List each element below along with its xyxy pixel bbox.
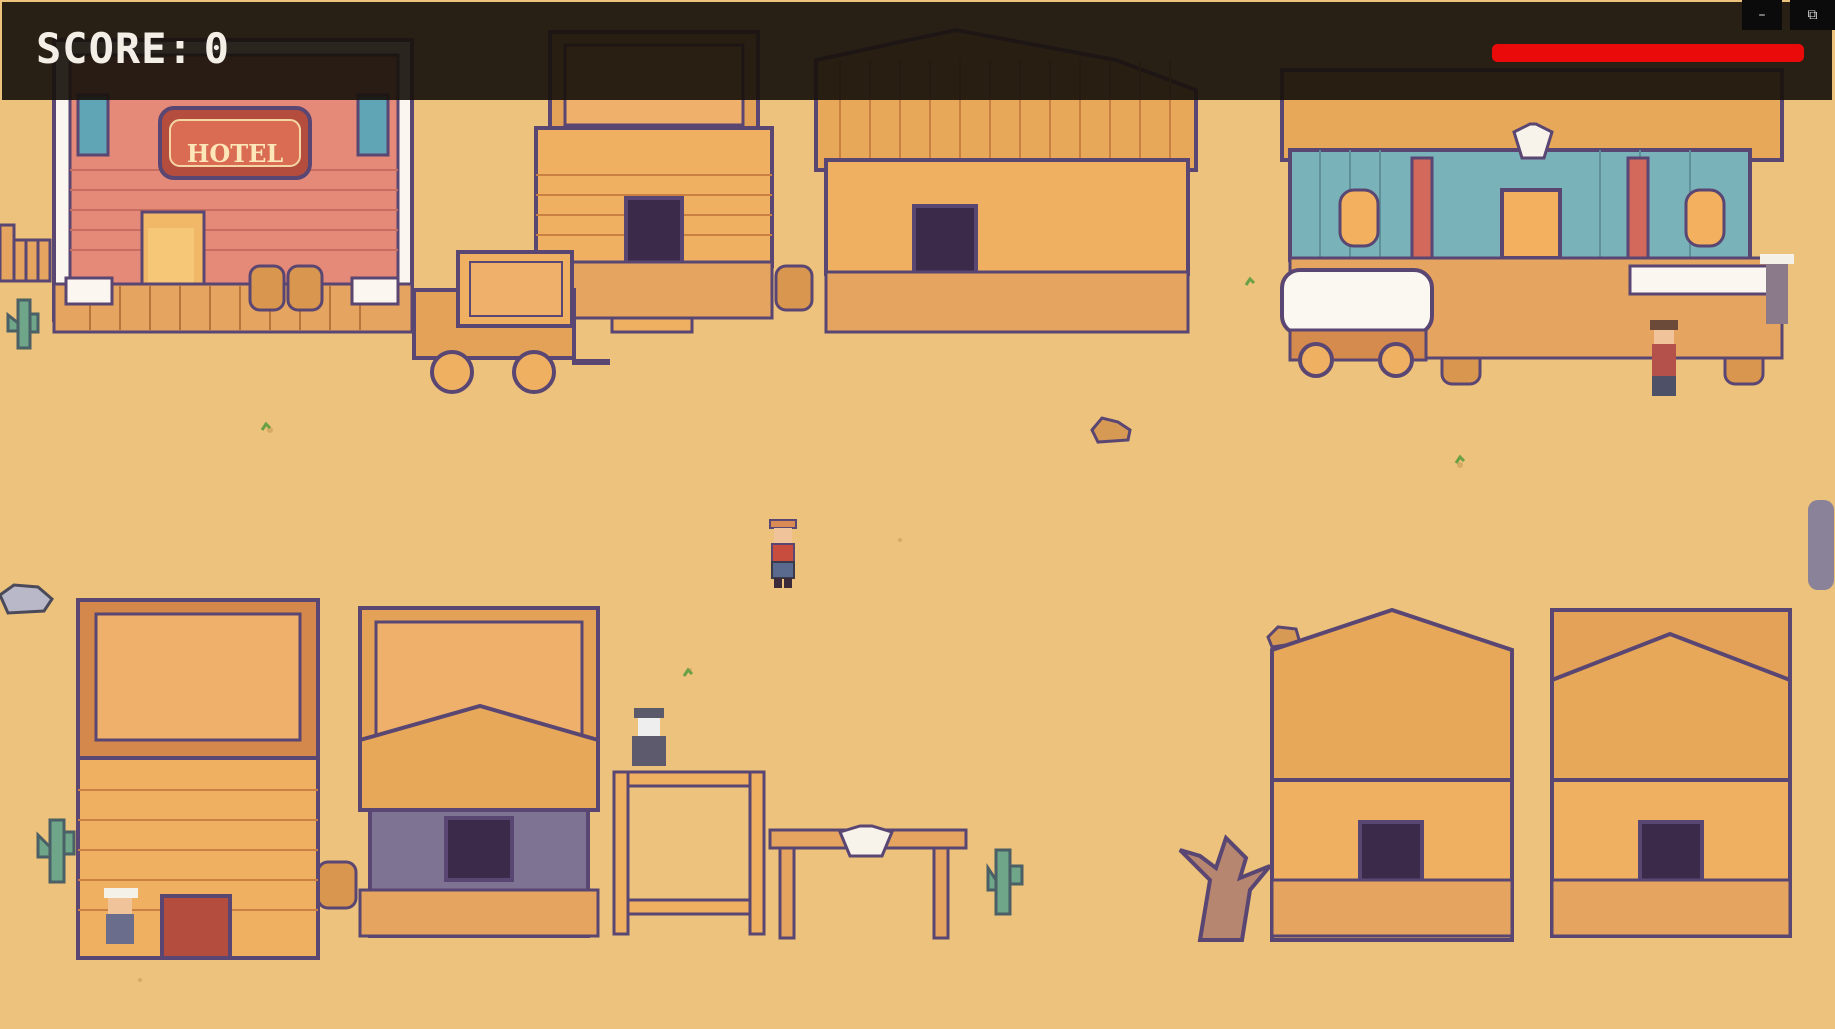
score-label: SCORE: — [36, 24, 194, 73]
minimize-icon[interactable]: – — [1742, 0, 1782, 30]
npc-bandit — [1650, 320, 1678, 396]
game-world: HOTEL — [0, 0, 1835, 1029]
house-right-1 — [1270, 607, 1514, 942]
score-value: 0 — [203, 24, 231, 73]
npc-cowboy-white-hat — [104, 888, 138, 944]
hud-bar: SCORE: 0 — [2, 2, 1832, 100]
restore-icon[interactable]: ⧉ — [1790, 0, 1835, 30]
hotel-sign: HOTEL — [187, 139, 284, 168]
stable-building — [358, 606, 600, 938]
house-right-2 — [1550, 608, 1792, 938]
health-bar-fill — [1492, 44, 1804, 62]
covered-wagon — [1280, 268, 1434, 378]
npc-edge-figure — [1808, 500, 1834, 590]
npc-old-man — [632, 708, 666, 766]
score-display: SCORE: 0 — [36, 24, 230, 73]
health-bar — [1492, 44, 1804, 62]
